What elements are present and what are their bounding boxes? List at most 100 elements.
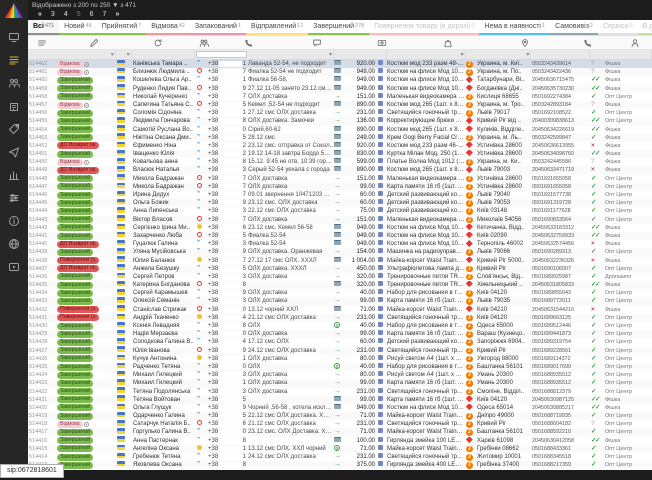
status-badge: Завершений (57, 126, 93, 133)
table-row[interactable]: 514413ЗавершенийЯковлева Оксана*+388→375… (28, 461, 652, 469)
tracking-number: 0501688812379 (531, 388, 590, 396)
status-badge: Завершений (57, 175, 93, 182)
sidebar-dashboard-icon[interactable] (6, 30, 22, 44)
star-icon: * (197, 158, 200, 163)
customer-name: Руденко Лидия Пав.. (132, 85, 196, 93)
product-box-icon (378, 85, 383, 90)
ukraine-flag-icon (117, 395, 125, 401)
tab-11[interactable]: В дорозі додому0 (638, 20, 652, 35)
customer-name: Одарченко Галина (132, 412, 196, 420)
customer-name: Юлія Іванова (132, 347, 196, 355)
delivery-location: Київ 04120 (476, 314, 531, 322)
tab-7[interactable]: Повернення товару (в дорозі)0 (369, 20, 479, 35)
customer-name: Єфименко Ніна (132, 142, 196, 150)
delivery-check: ✓ (590, 273, 604, 281)
sidebar-reports-icon[interactable] (6, 168, 22, 182)
page-button-7[interactable]: 7 (103, 10, 107, 20)
sidebar-globe-icon[interactable] (6, 237, 22, 251)
page-button-3[interactable]: 3 (51, 10, 55, 20)
tab-9[interactable]: Самовивіз2 (550, 20, 598, 35)
app-logo-icon[interactable] (4, 2, 24, 20)
customer-name: Ольга Глущук (132, 404, 196, 412)
column-header-list-icon[interactable] (28, 38, 56, 48)
column-header-handset-icon[interactable] (558, 38, 617, 48)
column-header-money-icon[interactable] (360, 38, 404, 48)
sidebar-orders-icon[interactable] (6, 53, 22, 67)
phone-prefix: +38 (208, 347, 218, 355)
column-header-chat-icon[interactable] (274, 38, 360, 48)
order-status: Відмова (56, 61, 116, 68)
order-status: Завершений (56, 110, 116, 117)
tab-3[interactable]: Відмова42 (146, 20, 190, 35)
column-header-refresh-icon[interactable] (132, 38, 184, 48)
phone-prefix: +38 (208, 281, 218, 289)
product-box (377, 224, 386, 232)
filter-dropdown-4[interactable] (248, 50, 334, 59)
product-box-icon (378, 68, 383, 73)
column-header-edit-icon[interactable] (56, 38, 132, 48)
tab-0[interactable]: Всі471 (28, 20, 59, 35)
product-box (377, 363, 386, 371)
customer-phone-masked: +383 (207, 207, 247, 215)
ring-icon (197, 68, 202, 73)
client-source: * (196, 142, 207, 150)
customer-phone-masked: +388 (207, 437, 247, 445)
order-comment: ОЛХ доставка (247, 379, 333, 387)
check-icon: ✓ (591, 175, 596, 182)
sidebar-info-icon[interactable] (6, 214, 22, 228)
tab-5[interactable]: Відправлений12 (246, 20, 308, 35)
product-box (377, 60, 386, 68)
tab-8[interactable]: Нема в наявності1 (479, 20, 550, 35)
column-header-pin-icon[interactable] (492, 38, 558, 48)
question-icon: ? (591, 158, 595, 165)
tab-6[interactable]: Завершений278 (308, 20, 369, 35)
delivery-location: Харків 61098 (476, 437, 531, 445)
tab-2[interactable]: Прийнятий7 (97, 20, 147, 35)
filter-dropdown-7[interactable] (466, 50, 532, 59)
column-header-person-icon[interactable] (617, 38, 652, 48)
order-source: Фішка (604, 76, 652, 84)
last-page-button[interactable]: » (115, 10, 119, 20)
page-button-5[interactable]: 5 (77, 10, 81, 20)
delivery-service (465, 396, 476, 404)
sidebar-settings-icon[interactable] (6, 191, 22, 205)
column-header-people-icon[interactable] (184, 38, 224, 48)
delivery-check: ✓ (590, 289, 604, 297)
order-id: 514433 (28, 297, 56, 305)
sidebar-video-icon[interactable] (6, 260, 22, 274)
tab-4[interactable]: Запакований1 (190, 20, 246, 35)
filter-input[interactable] (196, 51, 247, 58)
tab-1[interactable]: Новий48 (59, 20, 97, 35)
phone-prefix: +38 (208, 166, 218, 174)
check-icon: ✓ (591, 216, 596, 223)
delivery-location: Одеса 65014 (476, 404, 531, 412)
column-header-phone-icon[interactable] (224, 38, 274, 48)
delivery-service: J (465, 207, 476, 215)
customer-name: Ольга Божик (132, 199, 196, 207)
sidebar-campaigns-icon[interactable] (6, 145, 22, 159)
filter-dropdown-1[interactable] (116, 50, 132, 59)
check-icon: ✓ (591, 330, 596, 337)
sidebar-price-tag-icon[interactable] (6, 122, 22, 136)
page-button-6[interactable]: 6 (90, 10, 94, 20)
sidebar-clients-icon[interactable] (6, 76, 22, 90)
phone-redaction (219, 462, 241, 468)
first-page-button[interactable]: « (38, 10, 42, 20)
filter-dropdown-0[interactable] (28, 50, 116, 59)
delivery-location: Баштанка 56101 (476, 428, 531, 436)
ukrposhta-icon: J (466, 315, 473, 322)
page-button-4[interactable]: 4 (64, 10, 68, 20)
order-status: Відмова (56, 421, 116, 428)
order-total: 450.00 (344, 265, 377, 273)
column-header-bag-icon[interactable] (404, 38, 492, 48)
tab-10[interactable]: Сервіси0 (598, 20, 638, 35)
phone-redaction (219, 184, 241, 190)
records-range-info[interactable]: Відображено з 200 по 250 ▼ з 471 (32, 1, 648, 10)
sidebar-company-icon[interactable] (6, 99, 22, 113)
status-badge: Відмова (57, 102, 83, 109)
filter-dropdown-6[interactable] (387, 50, 466, 59)
payment-type (333, 150, 344, 158)
ukrposhta-icon: J (466, 364, 473, 371)
fail-icon: × (591, 142, 595, 149)
client-source: * (196, 109, 207, 117)
